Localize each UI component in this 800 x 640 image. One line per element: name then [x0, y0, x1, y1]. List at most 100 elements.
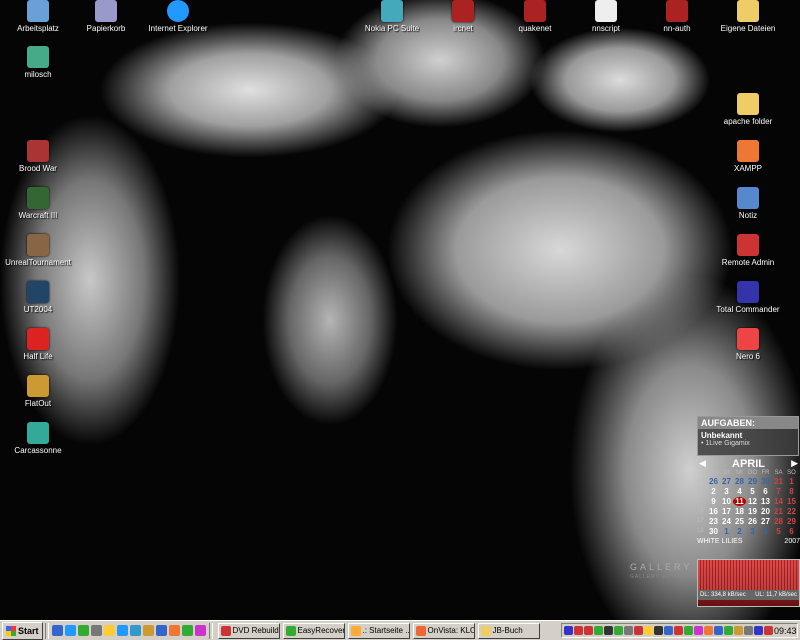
calendar-day[interactable]: 1	[720, 527, 733, 536]
desktop-icon-notiz[interactable]: Notiz	[710, 187, 786, 221]
quick-launch-icon[interactable]	[129, 625, 141, 636]
desktop-icon-unreal[interactable]: UnrealTournament	[0, 234, 76, 268]
desktop-icon-warcraft[interactable]: Warcraft III	[0, 187, 76, 221]
tray-icon[interactable]	[684, 626, 693, 635]
calendar-day[interactable]: 21	[772, 507, 785, 516]
calendar-day[interactable]: 3	[720, 487, 733, 496]
tray-icon[interactable]	[644, 626, 653, 635]
calendar-day[interactable]: 2	[733, 527, 746, 536]
taskbar-button[interactable]: EasyRecover...	[282, 622, 345, 639]
calendar-day[interactable]: 31	[772, 477, 785, 486]
quick-launch-icon[interactable]	[194, 625, 206, 636]
taskbar-button[interactable]: JB-Buch	[477, 622, 540, 639]
tray-icon[interactable]	[634, 626, 643, 635]
tray-icon[interactable]	[764, 626, 773, 635]
desktop-icon-nnscript[interactable]: nnscript	[568, 0, 644, 34]
quick-launch-icon[interactable]	[142, 625, 154, 636]
calendar-day[interactable]: 2	[707, 487, 720, 496]
quick-launch-icon[interactable]	[181, 625, 193, 636]
tray-icon[interactable]	[734, 626, 743, 635]
calendar-day[interactable]: 30	[707, 527, 720, 536]
quick-launch-icon[interactable]	[64, 625, 76, 636]
calendar-day[interactable]: 3	[746, 527, 759, 536]
desktop-icon-nn-auth[interactable]: nn-auth	[639, 0, 715, 34]
calendar-day[interactable]: 28	[733, 477, 746, 486]
desktop-icon-eigene-dateien[interactable]: Eigene Dateien	[710, 0, 786, 34]
tray-icon[interactable]	[614, 626, 623, 635]
calendar-day[interactable]: 19	[746, 507, 759, 516]
calendar-day[interactable]: 10	[720, 497, 733, 506]
calendar-day[interactable]: 5	[746, 487, 759, 496]
calendar-day[interactable]: 24	[720, 517, 733, 526]
desktop-icon-flatout[interactable]: FlatOut	[0, 375, 76, 409]
desktop-icon-xampp[interactable]: XAMPP	[710, 140, 786, 174]
tray-icon[interactable]	[754, 626, 763, 635]
quick-launch-icon[interactable]	[51, 625, 63, 636]
calendar-day[interactable]: 1	[785, 477, 798, 486]
tray-icon[interactable]	[584, 626, 593, 635]
tray-icon[interactable]	[704, 626, 713, 635]
calendar-day[interactable]: 17	[720, 507, 733, 516]
calendar-day[interactable]: 30	[759, 477, 772, 486]
tray-icon[interactable]	[714, 626, 723, 635]
start-button[interactable]: Start	[2, 621, 43, 640]
calendar-day[interactable]: 7	[772, 487, 785, 496]
quick-launch-icon[interactable]	[155, 625, 167, 636]
calendar-day[interactable]: 4	[733, 487, 746, 496]
quick-launch-icon[interactable]	[77, 625, 89, 636]
desktop-icon-halflife[interactable]: Half Life	[0, 328, 76, 362]
calendar-day[interactable]: 6	[785, 527, 798, 536]
desktop-icon-papierkorb[interactable]: Papierkorb	[68, 0, 144, 34]
calendar-day[interactable]: 15	[785, 497, 798, 506]
taskbar-button[interactable]: .: Startseite ...	[347, 622, 410, 639]
calendar-day[interactable]: 28	[772, 517, 785, 526]
tray-icon[interactable]	[674, 626, 683, 635]
tray-icon[interactable]	[694, 626, 703, 635]
calendar-day[interactable]: 18	[733, 507, 746, 516]
calendar-day[interactable]: 26	[746, 517, 759, 526]
tray-icon[interactable]	[664, 626, 673, 635]
calendar-day[interactable]: 27	[759, 517, 772, 526]
tray-icon[interactable]	[744, 626, 753, 635]
calendar-prev-icon[interactable]: ◀	[699, 458, 706, 469]
desktop-icon-carcassonne[interactable]: Carcassonne	[0, 422, 76, 456]
tray-icon[interactable]	[564, 626, 573, 635]
desktop-icon-nero[interactable]: Nero 6	[710, 328, 786, 362]
desktop-icon-arbeitsplatz[interactable]: Arbeitsplatz	[0, 0, 76, 34]
calendar-day[interactable]: 6	[759, 487, 772, 496]
desktop-icon-apache-folder[interactable]: apache folder	[710, 93, 786, 127]
taskbar-button[interactable]: DVD Rebuilde...	[217, 622, 280, 639]
calendar-day[interactable]: 29	[785, 517, 798, 526]
calendar-day[interactable]: 26	[707, 477, 720, 486]
calendar-day[interactable]: 29	[746, 477, 759, 486]
desktop-icon-total-commander[interactable]: Total Commander	[710, 281, 786, 315]
calendar-day[interactable]: 12	[746, 497, 759, 506]
tray-icon[interactable]	[574, 626, 583, 635]
calendar-day[interactable]: 8	[785, 487, 798, 496]
desktop-icon-brood-war[interactable]: Brood War	[0, 140, 76, 174]
desktop-icon-ut2004[interactable]: UT2004	[0, 281, 76, 315]
calendar-day[interactable]: 5	[772, 527, 785, 536]
calendar-day[interactable]: 9	[707, 497, 720, 506]
calendar-day[interactable]: 25	[733, 517, 746, 526]
calendar-day[interactable]: 22	[785, 507, 798, 516]
quick-launch-icon[interactable]	[116, 625, 128, 636]
clock[interactable]: 09:43	[774, 626, 797, 636]
tray-icon[interactable]	[654, 626, 663, 635]
taskbar-button[interactable]: OnVista: KLO...	[412, 622, 475, 639]
tray-icon[interactable]	[724, 626, 733, 635]
calendar-day[interactable]: 4	[759, 527, 772, 536]
quick-launch-icon[interactable]	[103, 625, 115, 636]
tray-icon[interactable]	[624, 626, 633, 635]
tray-icon[interactable]	[594, 626, 603, 635]
desktop-icon-internet-explorer[interactable]: Internet Explorer	[140, 0, 216, 34]
calendar-day[interactable]: 13	[759, 497, 772, 506]
calendar-day[interactable]: 16	[707, 507, 720, 516]
quick-launch-icon[interactable]	[90, 625, 102, 636]
calendar-day[interactable]: 14	[772, 497, 785, 506]
tray-icon[interactable]	[604, 626, 613, 635]
desktop-icon-quakenet[interactable]: quakenet	[497, 0, 573, 34]
desktop-icon-ircnet[interactable]: ircnet	[425, 0, 501, 34]
calendar-next-icon[interactable]: ▶	[791, 458, 798, 469]
calendar-day[interactable]: 20	[759, 507, 772, 516]
